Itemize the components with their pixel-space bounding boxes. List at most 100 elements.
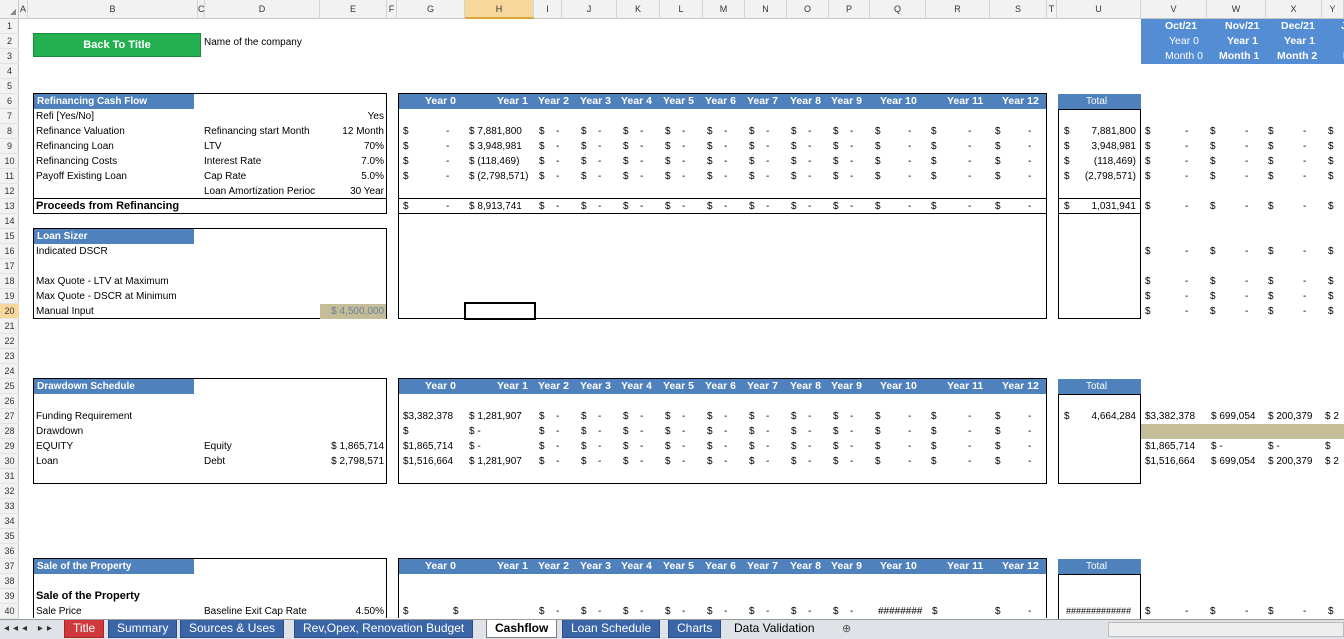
column-header-l[interactable]: L xyxy=(660,0,703,19)
column-header-p[interactable]: P xyxy=(829,0,870,19)
dd-year-cell: $ xyxy=(791,441,797,452)
row-header-11[interactable]: 11 xyxy=(0,169,19,184)
column-header-n[interactable]: N xyxy=(745,0,787,19)
drawdown-monthly-gold-row[interactable] xyxy=(1141,424,1344,439)
total-dollar: $ xyxy=(1064,156,1070,167)
row-header-33[interactable]: 33 xyxy=(0,499,19,514)
column-header-d[interactable]: D xyxy=(205,0,320,19)
row-header-17[interactable]: 17 xyxy=(0,259,19,274)
sheet-grid[interactable]: Back To Title Name of the company Oct/21… xyxy=(20,19,1344,619)
tab-cashflow[interactable]: Cashflow xyxy=(486,620,558,638)
horizontal-scrollbar[interactable] xyxy=(1108,622,1344,637)
column-header-y[interactable]: Y xyxy=(1322,0,1344,19)
column-header-v[interactable]: V xyxy=(1141,0,1207,19)
param-value[interactable]: 5.0% xyxy=(320,169,384,184)
param-value[interactable]: 30 Year xyxy=(320,184,384,199)
row-header-13[interactable]: 13 xyxy=(0,199,19,214)
year-header-label: Year 7 xyxy=(747,560,778,572)
row-header-34[interactable]: 34 xyxy=(0,514,19,529)
column-header-g[interactable]: G xyxy=(397,0,465,19)
row-header-37[interactable]: 37 xyxy=(0,559,19,574)
row-header-26[interactable]: 26 xyxy=(0,394,19,409)
tab-loan-schedule[interactable]: Loan Schedule xyxy=(562,620,661,638)
column-header-m[interactable]: M xyxy=(703,0,745,19)
row-header-8[interactable]: 8 xyxy=(0,124,19,139)
column-header-a[interactable]: A xyxy=(19,0,28,19)
column-header-q[interactable]: Q xyxy=(870,0,926,19)
row-header-21[interactable]: 21 xyxy=(0,319,19,334)
row-header-5[interactable]: 5 xyxy=(0,79,19,94)
row-header-14[interactable]: 14 xyxy=(0,214,19,229)
row-header-22[interactable]: 22 xyxy=(0,334,19,349)
row-header-19[interactable]: 19 xyxy=(0,289,19,304)
column-header-c[interactable]: C xyxy=(198,0,205,19)
row-header-bar: 1 2 3 4 5 6 7 8 9 10 11 12 13 14 15 16 17 18 19 20 21 22 23 24 2… xyxy=(0,19,19,619)
row-header-15[interactable]: 15 xyxy=(0,229,19,244)
row-header-2[interactable]: 2 xyxy=(0,34,19,49)
column-header-o[interactable]: O xyxy=(787,0,829,19)
row-header-31[interactable]: 31 xyxy=(0,469,19,484)
back-to-title-button[interactable]: Back To Title xyxy=(33,33,201,57)
monthly-cell: $ xyxy=(1268,291,1274,302)
row-header-4[interactable]: 4 xyxy=(0,64,19,79)
row-header-32[interactable]: 32 xyxy=(0,484,19,499)
tab-sources-uses[interactable]: Sources & Uses xyxy=(180,620,285,638)
row-header-7[interactable]: 7 xyxy=(0,109,19,124)
row-header-28[interactable]: 28 xyxy=(0,424,19,439)
manual-input-value[interactable]: $ 4,500,000 xyxy=(320,304,386,319)
column-header-h[interactable]: H xyxy=(465,0,534,19)
column-header-s[interactable]: S xyxy=(990,0,1047,19)
column-header-x[interactable]: X xyxy=(1266,0,1322,19)
row-header-9[interactable]: 9 xyxy=(0,139,19,154)
param-value[interactable]: 7.0% xyxy=(320,154,384,169)
row-header-29[interactable]: 29 xyxy=(0,439,19,454)
row-header-30[interactable]: 30 xyxy=(0,454,19,469)
row-header-38[interactable]: 38 xyxy=(0,574,19,589)
tab-data-validation[interactable]: Data Validation xyxy=(726,620,823,638)
column-header-j[interactable]: J xyxy=(562,0,617,19)
param-value[interactable]: 70% xyxy=(320,139,384,154)
exit-cap-value[interactable]: 4.50% xyxy=(320,604,384,619)
row-header-35[interactable]: 35 xyxy=(0,529,19,544)
column-header-r[interactable]: R xyxy=(926,0,990,19)
row-header-40[interactable]: 40 xyxy=(0,604,19,619)
column-header-w[interactable]: W xyxy=(1207,0,1266,19)
column-header-e[interactable]: E xyxy=(320,0,387,19)
tab-rev-opex[interactable]: Rev,Opex, Renovation Budget xyxy=(294,620,474,638)
row-header-6[interactable]: 6 xyxy=(0,94,19,109)
tab-nav-arrows[interactable]: ◂◂◂ ▸▸ xyxy=(4,623,56,634)
column-header-b[interactable]: B xyxy=(28,0,198,19)
row-header-36[interactable]: 36 xyxy=(0,544,19,559)
sale-cell: $ xyxy=(791,606,797,617)
year-header-label: Year 12 xyxy=(1002,380,1039,392)
column-header-i[interactable]: I xyxy=(534,0,562,19)
row-header-3[interactable]: 3 xyxy=(0,49,19,64)
select-all-corner[interactable]: ◢ xyxy=(0,0,19,19)
column-header-t[interactable]: T xyxy=(1047,0,1057,19)
row-header-24[interactable]: 24 xyxy=(0,364,19,379)
new-sheet-icon[interactable]: ⊕ xyxy=(842,622,851,635)
row-header-39[interactable]: 39 xyxy=(0,589,19,604)
row-header-18[interactable]: 18 xyxy=(0,274,19,289)
selected-cell[interactable] xyxy=(464,302,536,320)
row-header-25[interactable]: 25 xyxy=(0,379,19,394)
tab-title[interactable]: Title xyxy=(64,620,105,638)
column-header-f[interactable]: F xyxy=(387,0,397,19)
row-header-23[interactable]: 23 xyxy=(0,349,19,364)
tab-summary[interactable]: Summary xyxy=(108,620,178,638)
monthly-cell: - xyxy=(1245,246,1249,257)
dd-year-cell: $ xyxy=(539,456,545,467)
tab-charts[interactable]: Charts xyxy=(668,620,722,638)
column-header-u[interactable]: U xyxy=(1057,0,1141,19)
row-header-10[interactable]: 10 xyxy=(0,154,19,169)
row-header-1[interactable]: 1 xyxy=(0,19,19,34)
row-header-27[interactable]: 27 xyxy=(0,409,19,424)
row-header-20[interactable]: 20 xyxy=(0,304,19,319)
refi-yesno-value[interactable]: Yes xyxy=(320,109,384,124)
monthly-cell: - xyxy=(1303,291,1307,302)
dd-monthly-cell: $ 200,379 xyxy=(1268,411,1313,422)
row-header-12[interactable]: 12 xyxy=(0,184,19,199)
row-header-16[interactable]: 16 xyxy=(0,244,19,259)
column-header-k[interactable]: K xyxy=(617,0,660,19)
param-value[interactable]: 12 Month xyxy=(320,124,384,139)
